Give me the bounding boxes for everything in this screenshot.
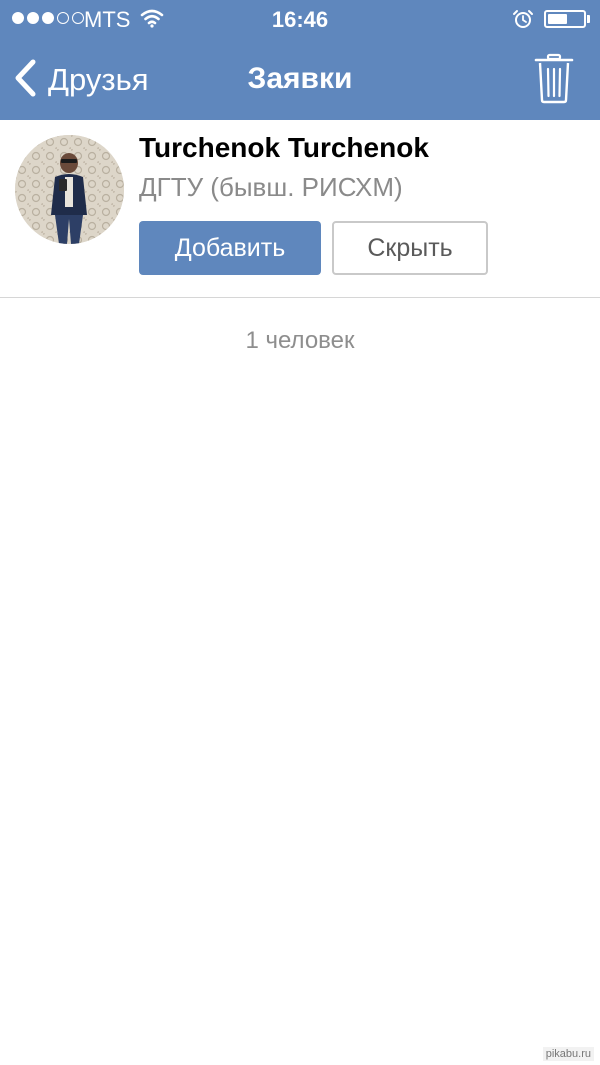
alarm-clock-icon xyxy=(512,8,534,35)
requester-name[interactable]: Turchenok Turchenok xyxy=(139,132,429,164)
battery-level-fill xyxy=(548,14,567,24)
screen: MTS 16:46 Друзья Заявки Turchenok Turche… xyxy=(0,0,600,1065)
battery-icon xyxy=(544,10,586,28)
divider xyxy=(0,297,600,298)
add-friend-button[interactable]: Добавить xyxy=(139,221,321,275)
request-count: 1 человек xyxy=(245,327,355,354)
trash-icon xyxy=(532,53,576,108)
top-bar: MTS 16:46 Друзья Заявки xyxy=(0,0,600,120)
friend-request-row: Turchenok Turchenok ДГТУ (бывш. РИСХМ) Д… xyxy=(0,120,600,298)
back-button-label: Друзья xyxy=(48,62,149,97)
trash-button[interactable] xyxy=(532,52,576,104)
battery-terminal xyxy=(587,15,590,23)
avatar[interactable] xyxy=(15,135,124,244)
status-bar: MTS 16:46 xyxy=(0,0,600,40)
chevron-left-icon xyxy=(12,58,38,103)
requester-university: ДГТУ (бывш. РИСХМ) xyxy=(139,172,403,202)
back-button[interactable]: Друзья xyxy=(12,58,149,102)
watermark: pikabu.ru xyxy=(542,1047,594,1061)
status-time: 16:46 xyxy=(271,7,329,32)
navigation-bar: Друзья Заявки xyxy=(0,40,600,120)
hide-request-button[interactable]: Скрыть xyxy=(332,221,488,275)
